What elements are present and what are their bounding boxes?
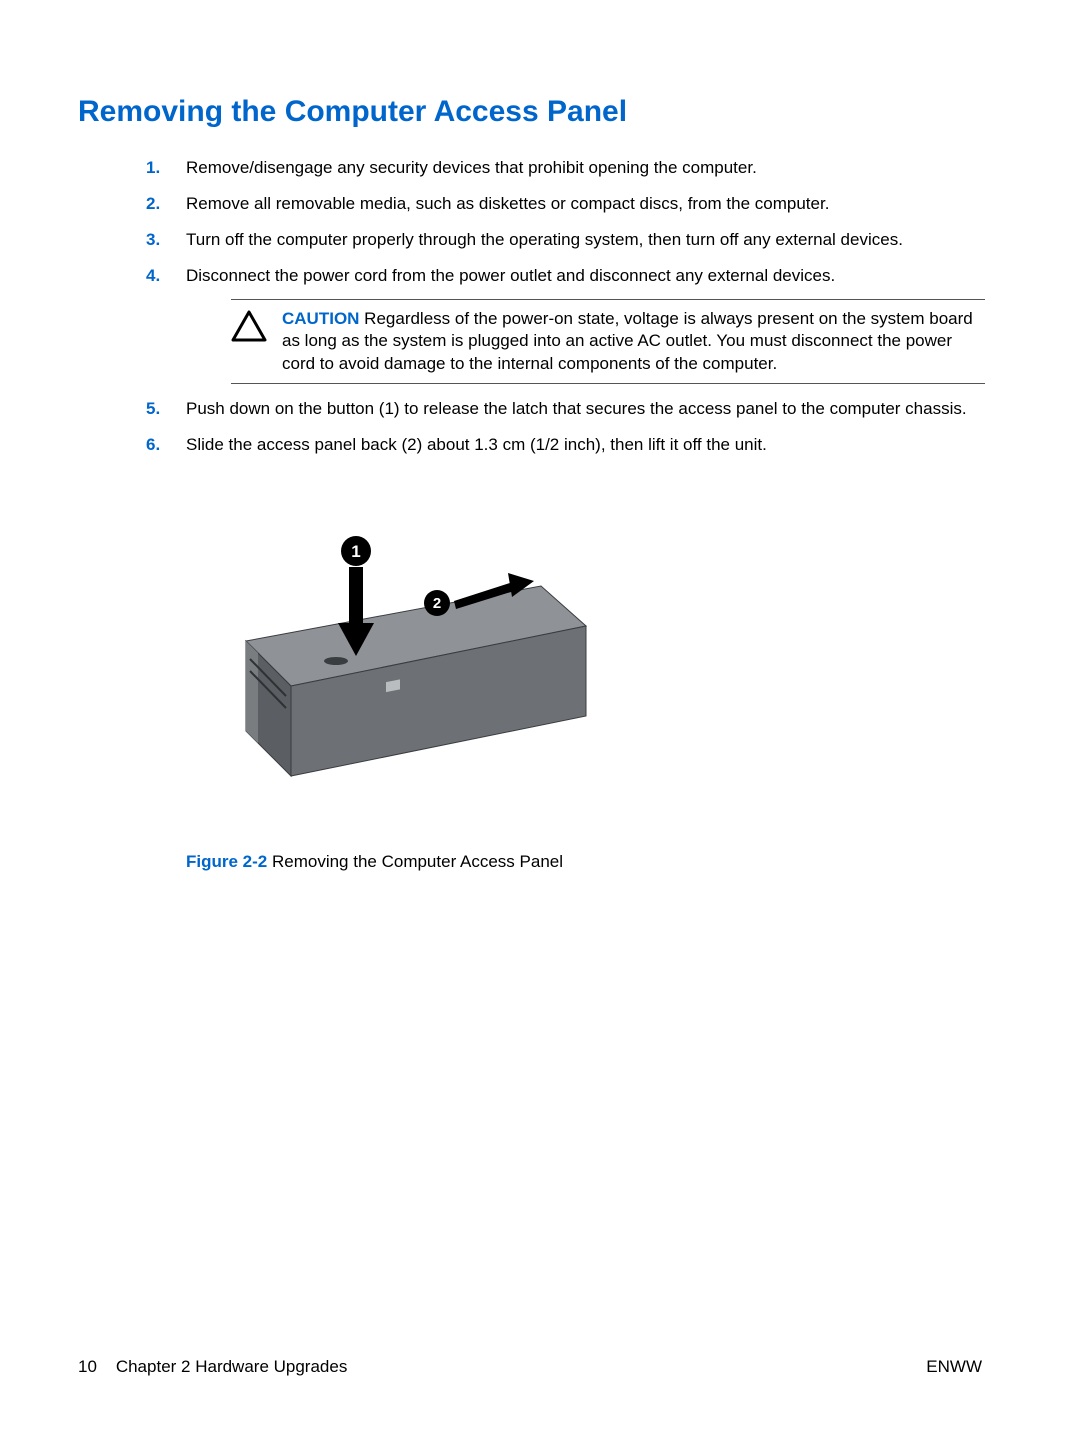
page-number: 10 bbox=[78, 1357, 97, 1376]
figure: 1 2 Figure 2-2 Removing the Computer Acc… bbox=[186, 511, 985, 872]
step-5-text: Push down on the button (1) to release t… bbox=[186, 399, 967, 418]
figure-label: Figure 2-2 bbox=[186, 852, 267, 871]
caution-body: Regardless of the power-on state, voltag… bbox=[282, 309, 973, 372]
step-5-number: 5. bbox=[146, 398, 160, 420]
step-4: 4. Disconnect the power cord from the po… bbox=[186, 265, 985, 383]
step-1-number: 1. bbox=[146, 157, 160, 179]
step-2: 2. Remove all removable media, such as d… bbox=[186, 193, 985, 215]
step-list: 1. Remove/disengage any security devices… bbox=[78, 157, 985, 456]
caution-label: CAUTION bbox=[282, 309, 359, 328]
step-5: 5. Push down on the button (1) to releas… bbox=[186, 398, 985, 420]
step-2-number: 2. bbox=[146, 193, 160, 215]
caution-box: CAUTION Regardless of the power-on state… bbox=[231, 299, 985, 383]
callout-2-label: 2 bbox=[433, 595, 441, 612]
step-3-number: 3. bbox=[146, 229, 160, 251]
figure-caption-text: Removing the Computer Access Panel bbox=[267, 852, 563, 871]
chapter-label: Chapter 2 Hardware Upgrades bbox=[116, 1357, 348, 1376]
page: Removing the Computer Access Panel 1. Re… bbox=[0, 0, 1080, 1437]
step-3: 3. Turn off the computer properly throug… bbox=[186, 229, 985, 251]
step-1-text: Remove/disengage any security devices th… bbox=[186, 158, 757, 177]
step-6-number: 6. bbox=[146, 434, 160, 456]
step-4-number: 4. bbox=[146, 265, 160, 287]
caution-text: CAUTION Regardless of the power-on state… bbox=[282, 308, 977, 374]
page-footer: 10 Chapter 2 Hardware Upgrades ENWW bbox=[0, 1357, 1080, 1377]
callout-1-label: 1 bbox=[351, 542, 360, 561]
step-6-text: Slide the access panel back (2) about 1.… bbox=[186, 435, 767, 454]
footer-right: ENWW bbox=[926, 1357, 982, 1377]
footer-left: 10 Chapter 2 Hardware Upgrades bbox=[78, 1357, 347, 1377]
figure-caption: Figure 2-2 Removing the Computer Access … bbox=[186, 852, 985, 872]
warning-icon bbox=[231, 308, 267, 348]
figure-image: 1 2 bbox=[186, 511, 626, 811]
page-title: Removing the Computer Access Panel bbox=[78, 95, 985, 129]
step-1: 1. Remove/disengage any security devices… bbox=[186, 157, 985, 179]
step-6: 6. Slide the access panel back (2) about… bbox=[186, 434, 985, 456]
step-4-text: Disconnect the power cord from the power… bbox=[186, 266, 835, 285]
step-3-text: Turn off the computer properly through t… bbox=[186, 230, 903, 249]
step-2-text: Remove all removable media, such as disk… bbox=[186, 194, 829, 213]
